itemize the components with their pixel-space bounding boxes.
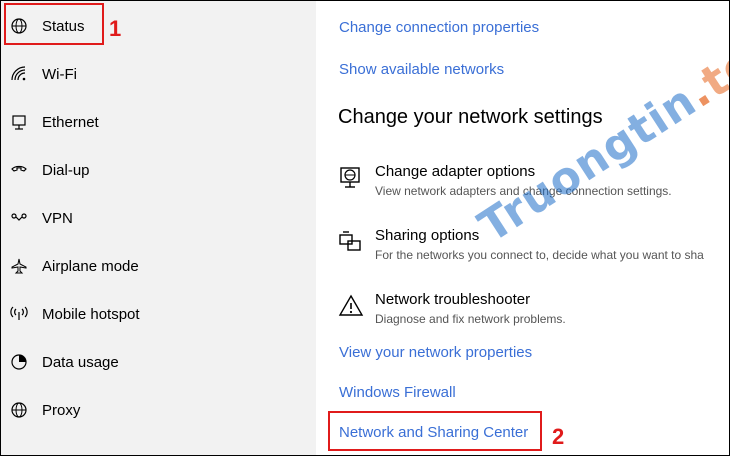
screenshot-border [0,0,730,456]
